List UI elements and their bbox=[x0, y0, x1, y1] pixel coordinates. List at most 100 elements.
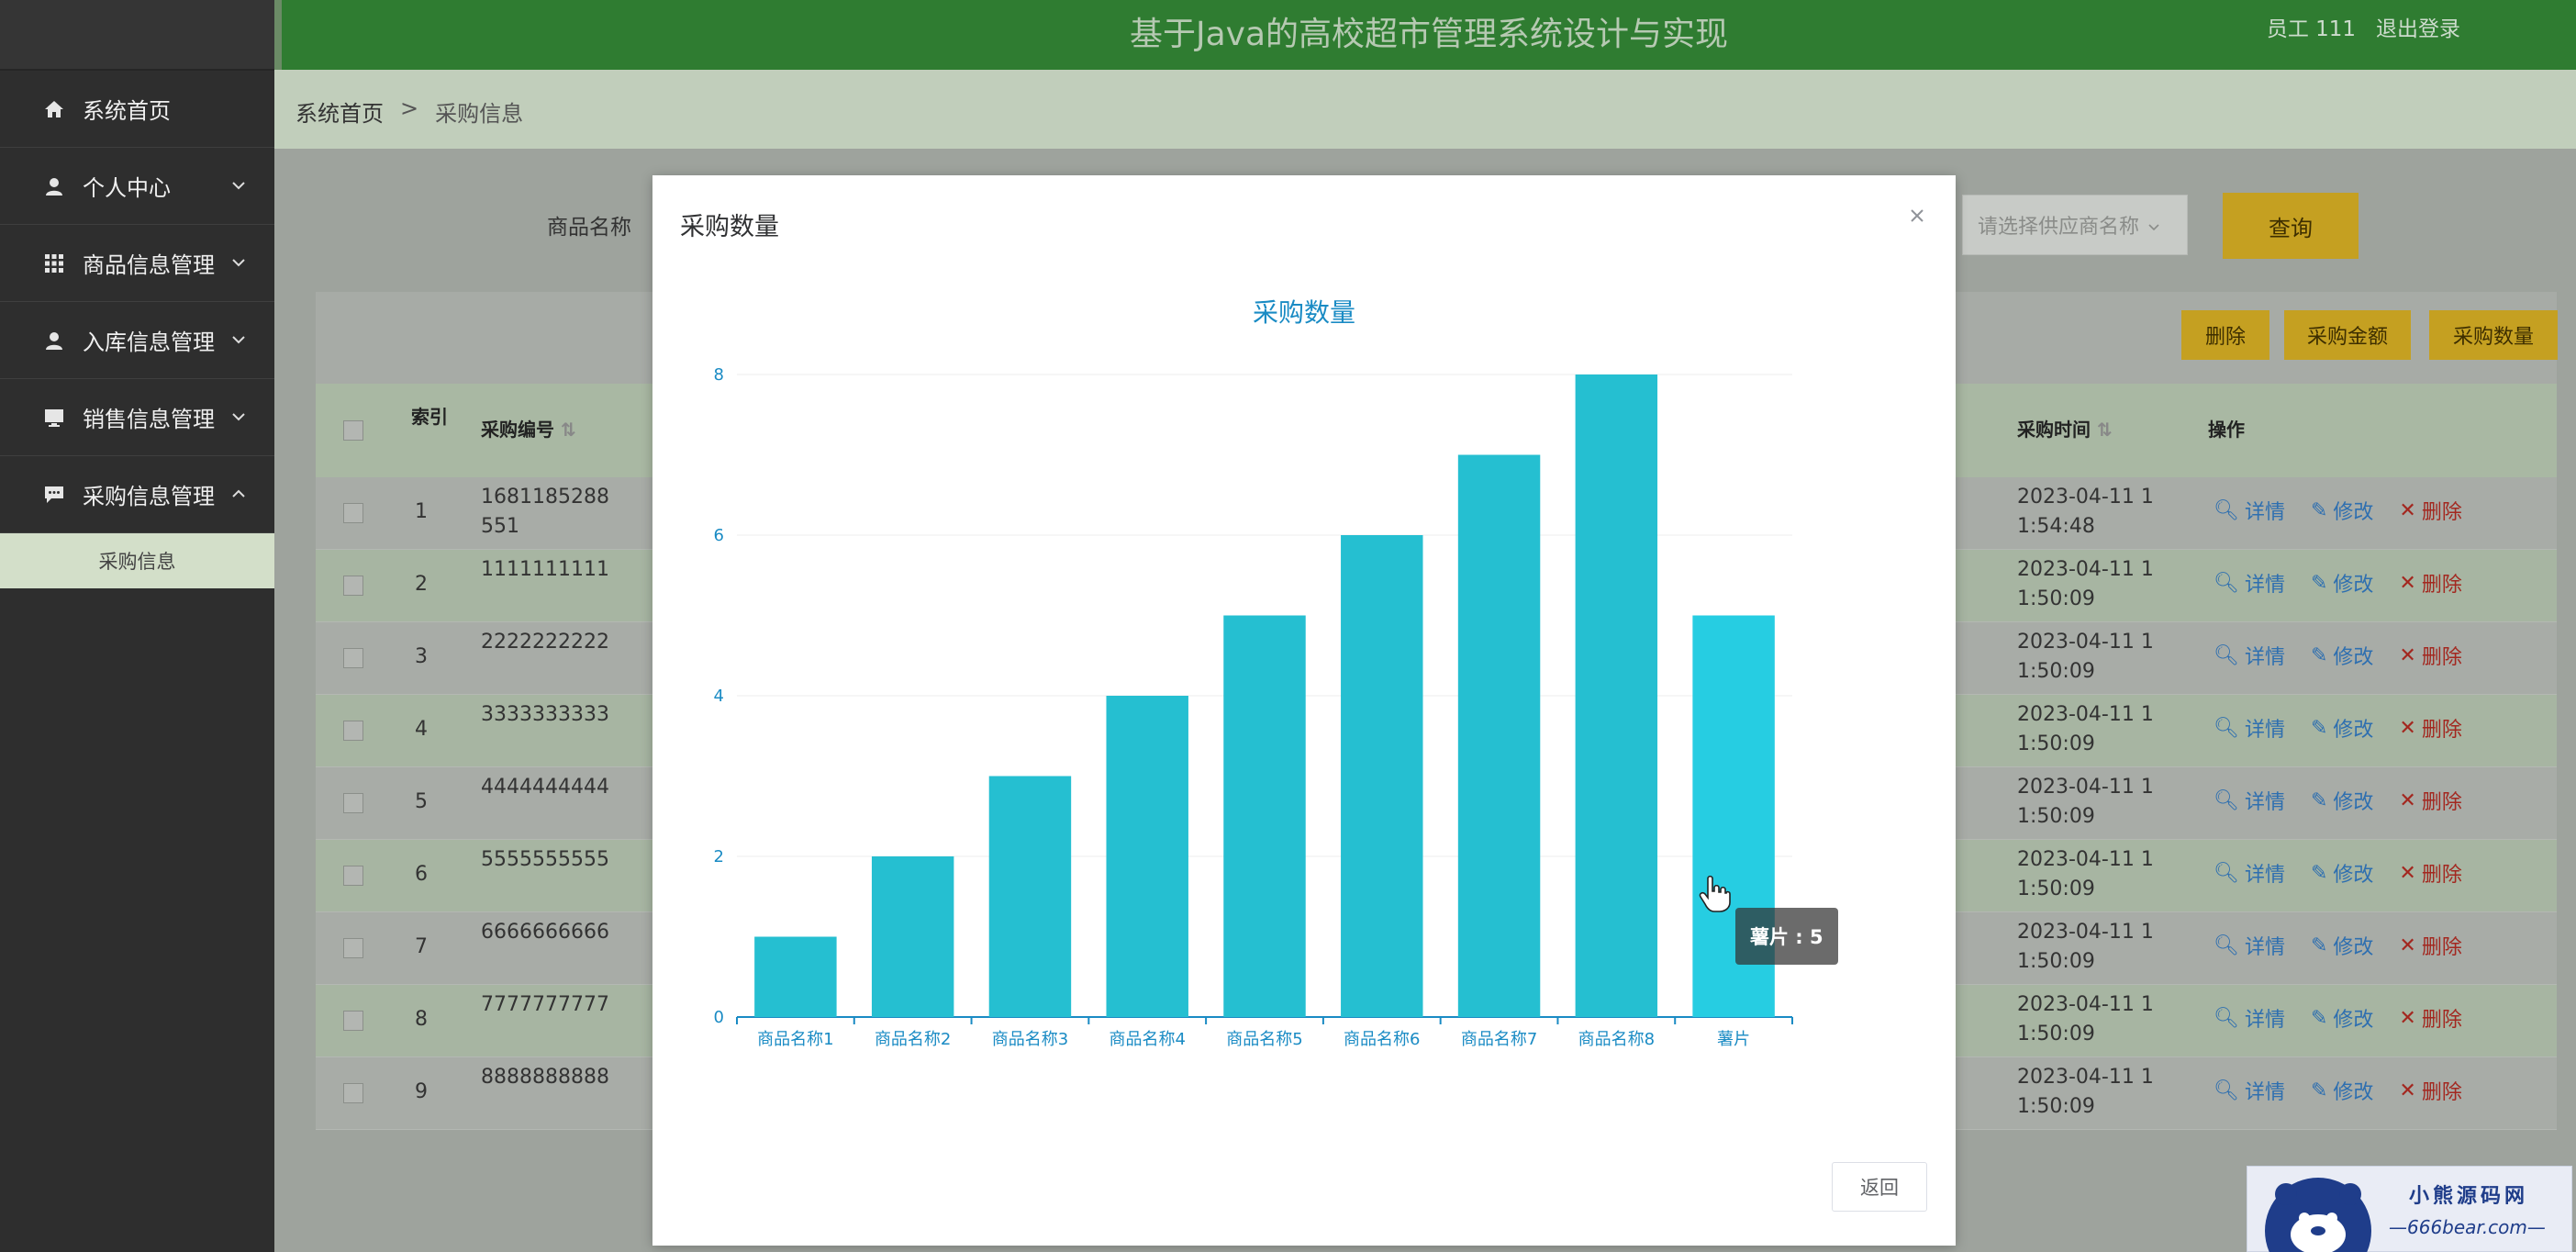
search-icon: 🔍︎ bbox=[2214, 716, 2239, 740]
column-header-time[interactable]: 采购时间 ⇅ bbox=[2017, 415, 2113, 442]
pencil-icon: ✎ bbox=[2310, 933, 2328, 957]
chevron-up-icon bbox=[232, 487, 245, 500]
detail-label: 详情 bbox=[2244, 1081, 2285, 1104]
row-checkbox[interactable] bbox=[343, 1011, 363, 1031]
supplier-select[interactable]: 请选择供应商名称 bbox=[1962, 195, 2188, 255]
back-button[interactable]: 返回 bbox=[1832, 1162, 1927, 1212]
delete-link[interactable]: ✕ 删除 bbox=[2399, 858, 2461, 888]
row-code: 7777777777 bbox=[481, 993, 609, 1016]
detail-link[interactable]: 🔍︎ 详情 bbox=[2214, 786, 2285, 815]
bar bbox=[988, 776, 1072, 1017]
edit-link[interactable]: ✎ 修改 bbox=[2311, 641, 2373, 670]
query-button[interactable]: 查询 bbox=[2223, 193, 2359, 259]
detail-link[interactable]: 🔍︎ 详情 bbox=[2214, 641, 2285, 670]
row-checkbox[interactable] bbox=[343, 648, 363, 668]
x-tick-label: 商品名称5 bbox=[1226, 1030, 1302, 1049]
row-index: 3 bbox=[415, 645, 428, 668]
sidebar-item-home[interactable]: 系统首页 bbox=[0, 71, 274, 148]
delete-link[interactable]: ✕ 删除 bbox=[2399, 1003, 2461, 1033]
search-icon: 🔍︎ bbox=[2214, 933, 2239, 957]
sort-icon[interactable]: ⇅ bbox=[561, 419, 576, 441]
edit-link[interactable]: ✎ 修改 bbox=[2311, 1076, 2373, 1105]
detail-link[interactable]: 🔍︎ 详情 bbox=[2214, 568, 2285, 598]
top-bar: 基于Java的高校超市管理系统设计与实现 员工 111 退出登录 bbox=[274, 0, 2576, 70]
row-checkbox[interactable] bbox=[343, 866, 363, 886]
delete-link[interactable]: ✕ 删除 bbox=[2399, 931, 2461, 960]
row-checkbox[interactable] bbox=[343, 576, 363, 596]
detail-link[interactable]: 🔍︎ 详情 bbox=[2214, 931, 2285, 960]
edit-link[interactable]: ✎ 修改 bbox=[2311, 496, 2373, 525]
user-area: 员工 111 退出登录 bbox=[2267, 11, 2460, 42]
row-time: 2023-04-11 11:50:09 bbox=[2017, 776, 2154, 828]
sidebar-item-stock-in[interactable]: 入库信息管理 bbox=[0, 302, 274, 379]
row-checkbox[interactable] bbox=[343, 793, 363, 813]
purchase-amount-button[interactable]: 采购金额 bbox=[2284, 310, 2411, 360]
select-all-checkbox[interactable] bbox=[343, 420, 363, 441]
row-checkbox[interactable] bbox=[343, 1083, 363, 1103]
purchase-quantity-button[interactable]: 采购数量 bbox=[2429, 310, 2558, 360]
edit-link[interactable]: ✎ 修改 bbox=[2311, 713, 2373, 743]
detail-label: 详情 bbox=[2244, 1009, 2285, 1032]
breadcrumb-home[interactable]: 系统首页 bbox=[296, 95, 384, 128]
detail-link[interactable]: 🔍︎ 详情 bbox=[2214, 858, 2285, 888]
edit-link[interactable]: ✎ 修改 bbox=[2311, 568, 2373, 598]
y-tick-label: 0 bbox=[714, 1008, 724, 1027]
detail-link[interactable]: 🔍︎ 详情 bbox=[2214, 713, 2285, 743]
bar bbox=[871, 856, 954, 1017]
delete-link[interactable]: ✕ 删除 bbox=[2399, 786, 2461, 815]
sidebar-item-product-info[interactable]: 商品信息管理 bbox=[0, 225, 274, 302]
detail-label: 详情 bbox=[2244, 719, 2285, 742]
pencil-icon: ✎ bbox=[2310, 643, 2328, 667]
x-tick-label: 商品名称2 bbox=[875, 1030, 951, 1049]
row-operations: 🔍︎ 详情 ✎ 修改 ✕ 删除 bbox=[2214, 858, 2462, 888]
search-icon: 🔍︎ bbox=[2214, 643, 2239, 667]
x-tick-label: 商品名称8 bbox=[1578, 1030, 1655, 1049]
delete-label: 删除 bbox=[2421, 791, 2462, 814]
sidebar-item-label: 个人中心 bbox=[83, 175, 171, 201]
row-operations: 🔍︎ 详情 ✎ 修改 ✕ 删除 bbox=[2214, 568, 2462, 598]
row-checkbox[interactable] bbox=[343, 721, 363, 741]
sidebar-item-sales[interactable]: 销售信息管理 bbox=[0, 379, 274, 456]
column-header-code[interactable]: 采购编号 ⇅ bbox=[481, 415, 576, 442]
row-code: 2222222222 bbox=[481, 631, 609, 654]
edit-link[interactable]: ✎ 修改 bbox=[2311, 1003, 2373, 1033]
sort-icon[interactable]: ⇅ bbox=[2097, 419, 2113, 441]
detail-link[interactable]: 🔍︎ 详情 bbox=[2214, 1003, 2285, 1033]
row-time: 2023-04-11 11:50:09 bbox=[2017, 848, 2154, 900]
delete-label: 删除 bbox=[2421, 574, 2462, 597]
row-time: 2023-04-11 11:50:09 bbox=[2017, 558, 2154, 610]
delete-link[interactable]: ✕ 删除 bbox=[2399, 496, 2461, 525]
sidebar-subitem-purchase-info[interactable]: 采购信息 bbox=[0, 533, 274, 588]
edit-label: 修改 bbox=[2333, 864, 2374, 887]
search-icon: 🔍︎ bbox=[2214, 571, 2239, 595]
row-checkbox[interactable] bbox=[343, 938, 363, 958]
row-code: 6666666666 bbox=[481, 921, 609, 944]
detail-label: 详情 bbox=[2244, 501, 2285, 524]
column-header-code-label: 采购编号 bbox=[481, 419, 554, 441]
chevron-down-icon bbox=[232, 333, 245, 346]
delete-link[interactable]: ✕ 删除 bbox=[2399, 713, 2461, 743]
sidebar-item-personal-center[interactable]: 个人中心 bbox=[0, 148, 274, 225]
sidebar-item-purchase[interactable]: 采购信息管理 bbox=[0, 456, 274, 533]
delete-link[interactable]: ✕ 删除 bbox=[2399, 1076, 2461, 1105]
home-icon bbox=[42, 97, 66, 121]
close-icon: ✕ bbox=[2399, 933, 2416, 957]
delete-link[interactable]: ✕ 删除 bbox=[2399, 641, 2461, 670]
row-operations: 🔍︎ 详情 ✎ 修改 ✕ 删除 bbox=[2214, 1076, 2462, 1105]
delete-link[interactable]: ✕ 删除 bbox=[2399, 568, 2461, 598]
edit-link[interactable]: ✎ 修改 bbox=[2311, 931, 2373, 960]
close-icon: ✕ bbox=[2399, 1079, 2416, 1102]
detail-link[interactable]: 🔍︎ 详情 bbox=[2214, 496, 2285, 525]
row-checkbox[interactable] bbox=[343, 503, 363, 523]
edit-link[interactable]: ✎ 修改 bbox=[2311, 786, 2373, 815]
x-tick-label: 商品名称6 bbox=[1344, 1030, 1420, 1049]
delete-button[interactable]: 删除 bbox=[2181, 310, 2269, 360]
logout-link[interactable]: 退出登录 bbox=[2376, 17, 2460, 41]
edit-link[interactable]: ✎ 修改 bbox=[2311, 858, 2373, 888]
detail-link[interactable]: 🔍︎ 详情 bbox=[2214, 1076, 2285, 1105]
watermark-title: 小熊源码网 bbox=[2409, 1185, 2529, 1208]
chevron-down-icon bbox=[232, 179, 245, 192]
row-index: 8 bbox=[415, 1008, 428, 1031]
chevron-down-icon bbox=[232, 256, 245, 269]
search-icon: 🔍︎ bbox=[2214, 1006, 2239, 1030]
